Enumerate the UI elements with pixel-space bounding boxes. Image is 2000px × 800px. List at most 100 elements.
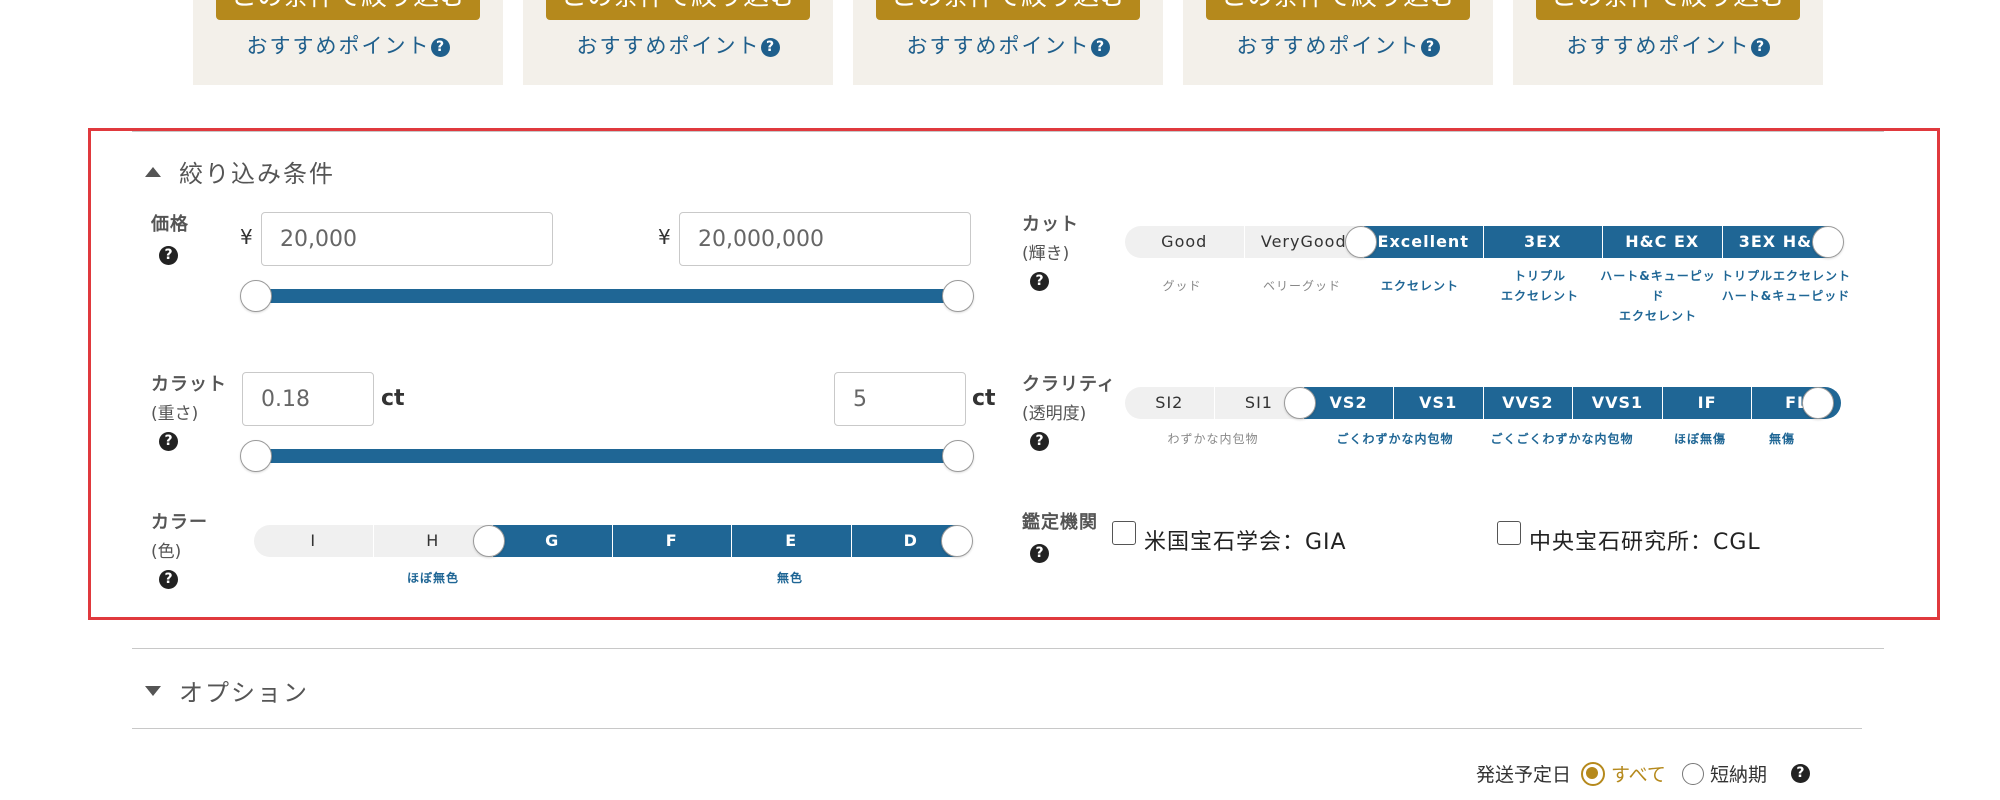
recommend-point-link[interactable]: おすすめポイント? [523, 30, 833, 60]
clarity-label: クラリティ [1022, 374, 1116, 395]
price-max-handle[interactable] [942, 280, 974, 312]
color-grade-selector[interactable]: I H G F E D [254, 525, 970, 557]
clarity-group-very-slight: ごくわずかな内包物 [1336, 432, 1454, 446]
shipping-short-label[interactable]: 短納期 [1710, 760, 1767, 787]
clarity-grade-vvs2[interactable]: VVS2 [1483, 387, 1574, 419]
cut-desc-line: ハート&キューピッド [1600, 269, 1716, 303]
clarity-grade-selector[interactable]: SI2 SI1 VS2 VS1 VVS2 VVS1 IF FL [1125, 387, 1841, 419]
cut-desc-line: ハート&キューピッド [1721, 289, 1851, 303]
clarity-grade-vvs1[interactable]: VVS1 [1573, 387, 1663, 419]
recommend-point-link[interactable]: おすすめポイント? [853, 30, 1163, 60]
carat-max-handle[interactable] [942, 440, 974, 472]
section-divider [132, 648, 1884, 649]
price-min-input[interactable] [261, 212, 553, 266]
cut-desc-hc-ex: ハート&キューピッドエクセレント [1598, 266, 1718, 326]
cut-desc-line: トリプル [1513, 269, 1566, 283]
filter-apply-button[interactable]: この条件で絞り込む [546, 0, 810, 20]
cut-max-handle[interactable] [1812, 226, 1844, 258]
result-card: この条件で絞り込む おすすめポイント? [1183, 0, 1493, 85]
shipping-label: 発送予定日 [1476, 764, 1572, 786]
color-max-handle[interactable] [941, 525, 973, 557]
help-icon: ? [159, 570, 178, 589]
color-grade-e[interactable]: E [732, 525, 852, 557]
clarity-group-very-very-slight: ごくごくわずかな内包物 [1490, 432, 1634, 446]
cut-desc-line: グッド [1162, 279, 1202, 293]
price-range-bar[interactable] [258, 289, 958, 303]
filter-apply-button[interactable]: この条件で絞り込む [1536, 0, 1800, 20]
carat-sublabel: (重さ) [151, 404, 199, 424]
clarity-group-internally-flawless: ほぼ無傷 [1673, 432, 1726, 446]
clarity-help[interactable]: ? [1030, 431, 1049, 451]
recommend-point-link[interactable]: おすすめポイント? [1183, 30, 1493, 60]
carat-help[interactable]: ? [159, 431, 178, 451]
cut-grade-good[interactable]: Good [1125, 226, 1245, 258]
cut-desc-line: トリプルエクセレント [1720, 269, 1851, 283]
price-min-handle[interactable] [240, 280, 272, 312]
shipping-all-radio[interactable] [1581, 761, 1606, 786]
filter-apply-button[interactable]: この条件で絞り込む [1206, 0, 1470, 20]
carat-range-bar[interactable] [258, 449, 958, 463]
recommend-point-link[interactable]: おすすめポイント? [1513, 30, 1823, 60]
cut-desc-excellent: エクセレント [1360, 276, 1480, 296]
clarity-grade-if[interactable]: IF [1662, 387, 1753, 419]
lab-label: 鑑定機関 [1022, 512, 1098, 533]
clarity-min-handle[interactable] [1284, 387, 1316, 419]
cut-grade-hc-ex[interactable]: H&C EX [1603, 226, 1723, 258]
cut-help[interactable]: ? [1030, 271, 1049, 291]
shipping-short-radio[interactable] [1681, 762, 1704, 785]
gia-checkbox[interactable] [1112, 521, 1136, 545]
color-min-handle[interactable] [473, 525, 505, 557]
cut-label: カット [1022, 214, 1079, 235]
cut-desc-line: エクセレント [1618, 309, 1697, 323]
cut-min-handle[interactable] [1345, 226, 1377, 258]
clarity-max-handle[interactable] [1802, 387, 1834, 419]
clarity-group-slight: わずかな内包物 [1167, 432, 1259, 446]
expand-triangle-icon [145, 685, 161, 696]
help-icon: ? [1090, 37, 1110, 57]
recommend-point-label: おすすめポイント [906, 34, 1091, 58]
filter-apply-button[interactable]: この条件で絞り込む [216, 0, 480, 20]
clarity-sublabel: (透明度) [1022, 404, 1087, 424]
price-help[interactable]: ? [159, 245, 178, 265]
cut-grade-excellent[interactable]: Excellent [1364, 226, 1484, 258]
cgl-checkbox[interactable] [1497, 521, 1521, 545]
result-card: この条件で絞り込む おすすめポイント? [193, 0, 503, 85]
carat-max-input[interactable] [834, 372, 966, 426]
recommend-point-label: おすすめポイント [576, 34, 761, 58]
clarity-grade-si2[interactable]: SI2 [1125, 387, 1215, 419]
clarity-grade-vs1[interactable]: VS1 [1393, 387, 1484, 419]
price-max-input[interactable] [679, 212, 971, 266]
cut-grade-selector[interactable]: Good VeryGood Excellent 3EX H&C EX 3EX H… [1125, 226, 1841, 258]
help-icon: ? [1030, 272, 1049, 291]
color-help[interactable]: ? [159, 569, 178, 589]
help-icon: ? [1030, 544, 1049, 563]
cut-desc-3ex-hc: トリプルエクセレント ハート&キューピッド [1716, 266, 1856, 306]
recommend-point-label: おすすめポイント [1566, 34, 1751, 58]
color-grade-i[interactable]: I [254, 525, 374, 557]
carat-min-handle[interactable] [240, 440, 272, 472]
filter-section-title: 絞り込み条件 [179, 160, 335, 188]
color-grade-g[interactable]: G [493, 525, 613, 557]
shipping-all-label[interactable]: すべて [1611, 760, 1666, 787]
cgl-label: 中央宝石研究所：CGL [1529, 530, 1761, 555]
filter-section-toggle[interactable]: 絞り込み条件 [145, 154, 335, 189]
filter-apply-button[interactable]: この条件で絞り込む [876, 0, 1140, 20]
options-section-toggle[interactable]: オプション [145, 673, 309, 708]
cut-desc-line: エクセレント [1500, 289, 1579, 303]
lab-option-gia[interactable]: 米国宝石学会：GIA [1112, 510, 1347, 556]
help-icon: ? [1750, 37, 1770, 57]
color-grade-f[interactable]: F [612, 525, 732, 557]
price-max-currency: ¥ [658, 225, 671, 249]
carat-min-input[interactable] [242, 372, 374, 426]
help-icon[interactable]: ? [1790, 764, 1810, 783]
help-icon: ? [430, 37, 450, 57]
help-icon: ? [159, 246, 178, 265]
recommend-point-link[interactable]: おすすめポイント? [193, 30, 503, 60]
lab-option-cgl[interactable]: 中央宝石研究所：CGL [1497, 510, 1761, 556]
lab-help[interactable]: ? [1030, 543, 1049, 563]
cut-grade-3ex[interactable]: 3EX [1483, 226, 1603, 258]
help-icon: ? [1420, 37, 1440, 57]
section-divider [132, 131, 1884, 132]
clarity-grade-vs2[interactable]: VS2 [1304, 387, 1394, 419]
result-card: この条件で絞り込む おすすめポイント? [853, 0, 1163, 85]
